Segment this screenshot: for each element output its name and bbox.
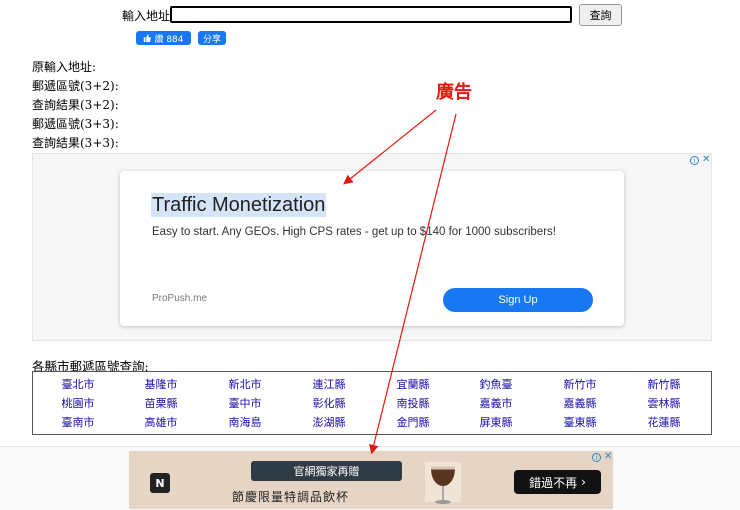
county-link-taitung-county[interactable]: 臺東縣 <box>550 416 610 430</box>
postal-code-3-2-label: 郵遞區號(3+2): <box>32 79 119 93</box>
county-link-hualien-county[interactable]: 花蓮縣 <box>634 416 694 430</box>
address-input[interactable] <box>170 6 572 23</box>
original-address-label: 原輸入地址: <box>32 60 97 74</box>
county-link-penghu-county[interactable]: 澎湖縣 <box>299 416 359 430</box>
county-table: 臺北市 基隆市 新北市 連江縣 宜蘭縣 釣魚臺 新竹市 新竹縣 桃園市 苗栗縣 … <box>32 371 712 435</box>
county-link-tainan-city[interactable]: 臺南市 <box>48 416 108 430</box>
postal-code-3-3-label: 郵遞區號(3+3): <box>32 117 119 131</box>
facebook-like-button[interactable]: 讚 884 <box>136 31 191 45</box>
ad-title[interactable]: Traffic Monetization <box>151 193 327 217</box>
county-link-kinmen-county[interactable]: 金門縣 <box>383 416 443 430</box>
chevron-right-icon: › <box>581 475 586 489</box>
query-result-3-3-label: 查詢結果(3+3): <box>32 136 119 150</box>
bottom-adchoices-icon[interactable]: i <box>592 453 601 462</box>
ad-signup-button[interactable]: Sign Up <box>443 288 593 312</box>
county-link-miaoli-county[interactable]: 苗栗縣 <box>131 397 191 411</box>
query-result-3-2-label: 查詢結果(3+2): <box>32 98 119 112</box>
county-link-yunlin-county[interactable]: 雲林縣 <box>634 397 694 411</box>
county-link-yilan-county[interactable]: 宜蘭縣 <box>383 378 443 392</box>
county-link-keelung-city[interactable]: 基隆市 <box>131 378 191 392</box>
bottom-ad-cta-button[interactable]: 錯過不再 › <box>514 470 601 494</box>
county-link-hsinchu-city[interactable]: 新竹市 <box>550 378 610 392</box>
bottom-ad-close-icon[interactable]: ✕ <box>604 452 612 462</box>
county-link-chiayi-city[interactable]: 嘉義市 <box>466 397 526 411</box>
ad-brand: ProPush.me <box>152 293 208 304</box>
county-link-changhua-county[interactable]: 彰化縣 <box>299 397 359 411</box>
facebook-like-label: 讚 884 <box>154 34 184 45</box>
county-link-hsinchu-county[interactable]: 新竹縣 <box>634 378 694 392</box>
address-label: 輸入地址: <box>122 9 175 23</box>
brand-logo: N <box>150 473 170 493</box>
county-link-lienchiang-county[interactable]: 連江縣 <box>299 378 359 392</box>
bottom-ad-subline: 節慶限量特調品飲杯 <box>232 490 350 504</box>
county-link-diaoyutai[interactable]: 釣魚臺 <box>466 378 526 392</box>
county-link-new-taipei-city[interactable]: 新北市 <box>215 378 275 392</box>
query-button[interactable]: 查詢 <box>579 4 622 26</box>
county-link-chiayi-county[interactable]: 嘉義縣 <box>550 397 610 411</box>
bottom-ad-headline: 官網獨家再贈 <box>251 461 402 481</box>
facebook-share-button[interactable]: 分享 <box>198 31 226 45</box>
cocktail-glass-icon <box>425 462 461 504</box>
ad-close-icon[interactable]: ✕ <box>702 155 710 165</box>
county-link-taipei-city[interactable]: 臺北市 <box>48 378 108 392</box>
ad-annotation-label: 廣告 <box>436 82 472 103</box>
county-link-pingtung-county[interactable]: 屏東縣 <box>466 416 526 430</box>
county-link-nantou-county[interactable]: 南投縣 <box>383 397 443 411</box>
thumbs-up-icon <box>144 34 152 42</box>
county-link-nanhai-island[interactable]: 南海島 <box>215 416 275 430</box>
county-link-taichung-city[interactable]: 臺中市 <box>215 397 275 411</box>
bottom-ad-cta-label: 錯過不再 <box>529 475 578 490</box>
county-link-taoyuan-city[interactable]: 桃園市 <box>48 397 108 411</box>
adchoices-icon[interactable]: i <box>690 156 699 165</box>
county-link-kaohsiung-city[interactable]: 高雄市 <box>131 416 191 430</box>
ad-description: Easy to start. Any GEOs. High CPS rates … <box>152 226 556 238</box>
